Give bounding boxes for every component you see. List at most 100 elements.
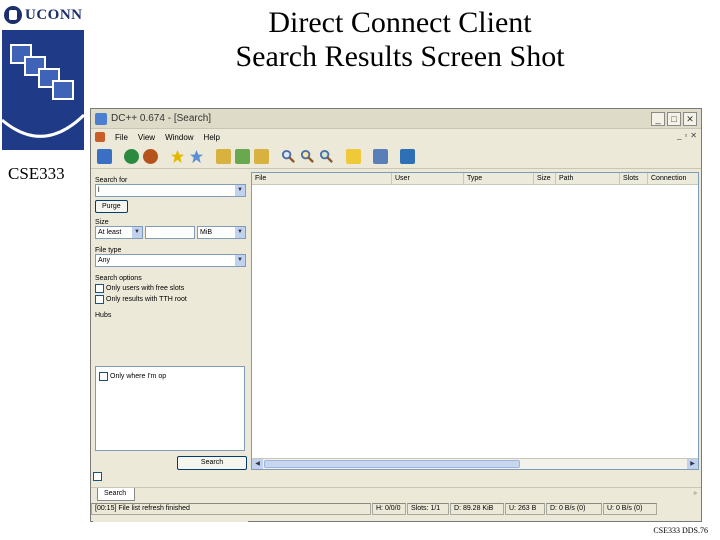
course-label: CSE333 — [8, 164, 65, 183]
show-ui-checkbox[interactable] — [93, 472, 102, 481]
chevron-down-icon[interactable]: ▼ — [235, 255, 245, 266]
finished-downloads-icon[interactable] — [235, 149, 250, 164]
toolbar-separator — [116, 149, 120, 164]
slide-sidebar: UCONN CSE333 — [0, 0, 88, 540]
reconnect-icon[interactable] — [124, 149, 139, 164]
uconn-logo-text: UCONN — [25, 6, 83, 23]
menu-window[interactable]: Window — [165, 133, 193, 142]
tab-scroll-icon[interactable]: » — [693, 490, 697, 497]
favorite-users-icon[interactable] — [189, 149, 204, 164]
hubs-list[interactable]: Only where I'm op — [95, 366, 245, 451]
search-for-combo[interactable]: l ▼ — [95, 184, 246, 197]
free-slots-label: Only users with free slots — [106, 285, 185, 292]
mdi-minimize-button[interactable]: _ — [677, 131, 681, 140]
column-path[interactable]: Path — [556, 173, 620, 184]
open-file-list-icon[interactable] — [346, 149, 361, 164]
toolbar — [91, 145, 701, 169]
window-titlebar[interactable]: DC++ 0.674 - [Search] _ □ ✕ — [91, 109, 701, 129]
close-button[interactable]: ✕ — [683, 112, 697, 126]
follow-redirect-icon[interactable] — [143, 149, 158, 164]
status-upload-rate: U: 0 B/s (0) — [603, 503, 657, 515]
mdi-child-icon[interactable] — [95, 132, 105, 142]
column-type[interactable]: Type — [464, 173, 534, 184]
download-queue-icon[interactable] — [216, 149, 231, 164]
status-downloaded: D: 89.28 KiB — [450, 503, 504, 515]
dcpp-app-icon — [95, 112, 107, 125]
status-message: [00:15] File list refresh finished — [91, 503, 371, 515]
search-for-label: Search for — [95, 177, 128, 184]
upload-queue-icon[interactable] — [254, 149, 269, 164]
slide-title-line2: Search Results Screen Shot — [235, 40, 565, 73]
mdi-restore-button[interactable]: ▫ — [684, 131, 687, 140]
toolbar-separator — [365, 149, 369, 164]
hubs-list-item[interactable]: Only where I'm op — [99, 372, 241, 381]
window-title: DC++ 0.674 - [Search] — [111, 113, 212, 124]
status-hubs: H: 0/0/0 — [372, 503, 406, 515]
minimize-button[interactable]: _ — [651, 112, 665, 126]
size-unit-select[interactable]: MiB ▼ — [197, 226, 246, 239]
adl-search-icon[interactable] — [300, 149, 315, 164]
tth-checkbox[interactable] — [95, 295, 104, 304]
file-type-select[interactable]: Any ▼ — [95, 254, 246, 267]
menu-file[interactable]: File — [115, 133, 128, 142]
uconn-seal-icon — [4, 6, 22, 24]
toolbar-separator — [208, 149, 212, 164]
menu-view[interactable]: View — [138, 133, 155, 142]
scrollbar-thumb[interactable] — [264, 460, 520, 468]
search-button[interactable]: Search — [177, 456, 247, 470]
status-bar: [00:15] File list refresh finished H: 0/… — [91, 503, 701, 517]
column-connection[interactable]: Connection — [648, 173, 698, 184]
purge-button[interactable]: Purge — [95, 200, 128, 213]
dcpp-window: DC++ 0.674 - [Search] _ □ ✕ File View Wi… — [90, 108, 702, 522]
mdi-close-button[interactable]: ✕ — [690, 131, 697, 140]
favorite-hubs-icon[interactable] — [170, 149, 185, 164]
file-type-label: File type — [95, 247, 122, 254]
results-list[interactable]: File User Type Size Path Slots Connectio… — [251, 172, 699, 470]
column-slots[interactable]: Slots — [620, 173, 648, 184]
tab-search[interactable]: Search — [97, 488, 135, 501]
column-size[interactable]: Size — [534, 173, 556, 184]
horizontal-scrollbar[interactable]: ◀ ▶ — [252, 458, 698, 469]
dept-curve-graphic — [2, 113, 84, 138]
slide-footer: CSE333 DDS.76 — [653, 526, 708, 535]
size-mode-select[interactable]: At least ▼ — [95, 226, 143, 239]
scroll-right-icon[interactable]: ▶ — [687, 459, 698, 469]
tth-option[interactable]: Only results with TTH root — [95, 295, 246, 304]
notepad-icon[interactable] — [400, 149, 415, 164]
size-label: Size — [95, 219, 109, 226]
public-hubs-icon[interactable] — [97, 149, 112, 164]
tab-strip: Search » — [91, 487, 701, 501]
search-for-value: l — [98, 187, 100, 194]
menu-bar: File View Window Help _ ▫ ✕ — [91, 129, 701, 145]
menu-help[interactable]: Help — [204, 133, 220, 142]
search-frame: Search for l ▼ Purge Size At least ▼ MiB… — [91, 170, 701, 522]
free-slots-option[interactable]: Only users with free slots — [95, 284, 246, 293]
op-only-checkbox[interactable] — [99, 372, 108, 381]
size-mode-value: At least — [98, 229, 122, 236]
maximize-button[interactable]: □ — [667, 112, 681, 126]
chevron-down-icon[interactable]: ▼ — [235, 185, 245, 196]
search-spy-icon[interactable] — [319, 149, 334, 164]
dept-logo — [2, 30, 84, 150]
settings-icon[interactable] — [373, 149, 388, 164]
status-slots: Slots: 1/1 — [407, 503, 449, 515]
chevron-down-icon[interactable]: ▼ — [235, 227, 245, 238]
show-ui-toggle[interactable] — [93, 472, 102, 481]
column-user[interactable]: User — [392, 173, 464, 184]
size-unit-value: MiB — [200, 229, 213, 236]
chevron-down-icon[interactable]: ▼ — [132, 227, 142, 238]
slide-title-line1: Direct Connect Client — [268, 6, 532, 39]
hubs-item-label: Only where I'm op — [110, 373, 167, 380]
column-file[interactable]: File — [252, 173, 392, 184]
toolbar-separator — [338, 149, 342, 164]
computer-stack-icon — [52, 80, 74, 100]
search-options-label: Search options — [95, 275, 142, 282]
status-uploaded: U: 263 B — [505, 503, 545, 515]
scroll-left-icon[interactable]: ◀ — [252, 459, 263, 469]
results-header: File User Type Size Path Slots Connectio… — [252, 173, 698, 185]
size-input[interactable] — [145, 226, 195, 239]
free-slots-checkbox[interactable] — [95, 284, 104, 293]
uconn-logo: UCONN — [4, 4, 84, 26]
file-type-value: Any — [98, 257, 111, 264]
search-icon[interactable] — [281, 149, 296, 164]
